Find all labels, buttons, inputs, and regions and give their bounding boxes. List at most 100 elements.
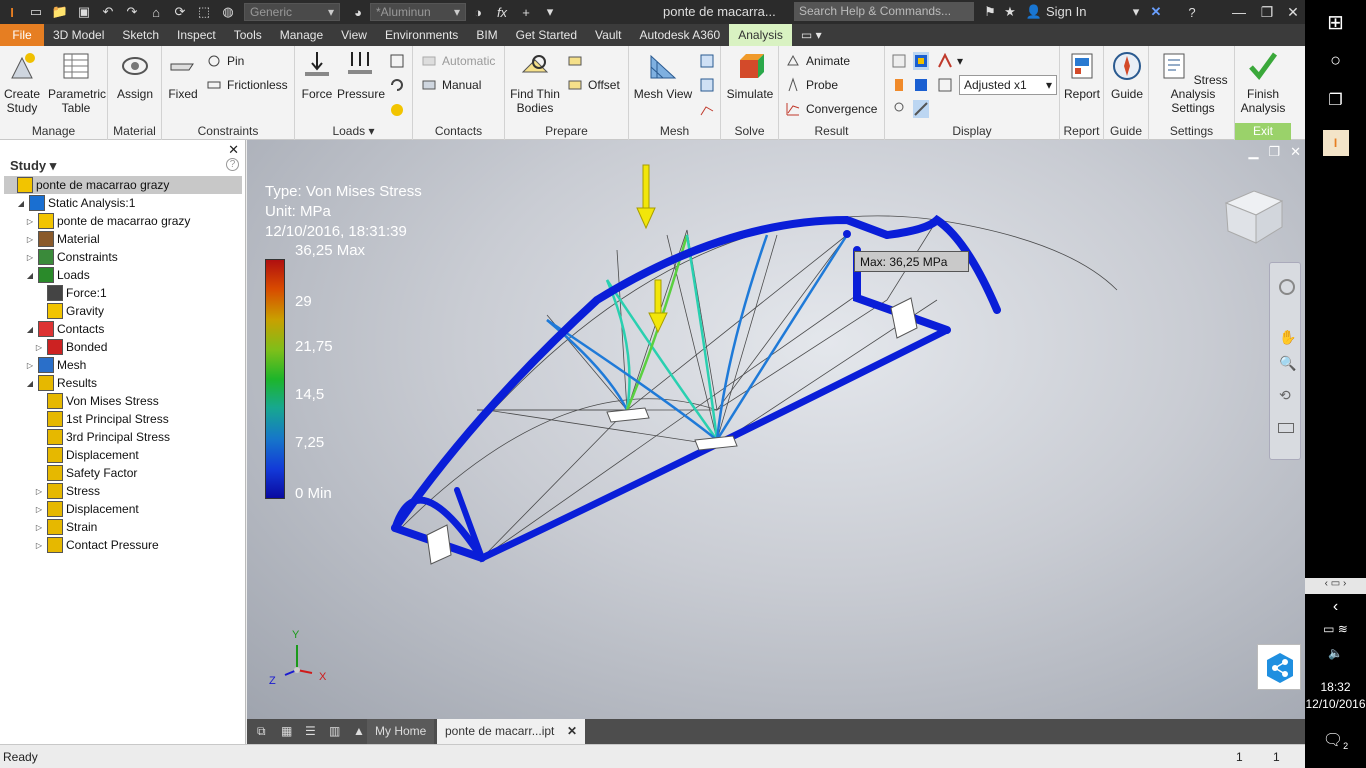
animate-button[interactable]: Animate bbox=[785, 52, 850, 70]
orbit-icon[interactable]: ⟲ bbox=[1279, 387, 1291, 404]
tree-item[interactable]: ◢ Static Analysis:1 bbox=[16, 194, 135, 212]
viewcube-icon[interactable] bbox=[1222, 185, 1286, 245]
new-file-icon[interactable]: ▭ bbox=[24, 0, 48, 24]
scrollbar[interactable]: ‹ ▭ › bbox=[1305, 578, 1366, 594]
tree-item[interactable]: Von Mises Stress bbox=[34, 392, 159, 410]
tab-tools[interactable]: Tools bbox=[225, 24, 271, 46]
moment-button[interactable] bbox=[389, 76, 405, 94]
expand-toggle-icon[interactable]: ◢ bbox=[16, 199, 26, 208]
gravity-button[interactable] bbox=[389, 100, 405, 118]
clear-appearance-icon[interactable]: ◑ bbox=[466, 0, 490, 24]
displacement-scale-select[interactable]: Adjusted x1 ▾ bbox=[959, 75, 1057, 95]
close-icon[interactable]: ✕ bbox=[228, 142, 239, 158]
boundary-conditions-button[interactable] bbox=[937, 76, 953, 94]
tab-analysis[interactable]: Analysis bbox=[729, 24, 792, 46]
bearing-load-button[interactable] bbox=[389, 52, 405, 70]
tree-item[interactable]: ponte de macarrao grazy bbox=[4, 176, 242, 194]
automatic-contacts-button[interactable]: Automatic bbox=[421, 52, 495, 70]
tab-active-document[interactable]: ponte de macarr...ipt ✕ bbox=[437, 719, 585, 744]
chevron-left-icon[interactable]: ‹ bbox=[1305, 598, 1366, 616]
tree-item[interactable]: ▷ Material bbox=[25, 230, 100, 248]
convergence-settings-button[interactable] bbox=[699, 100, 715, 118]
guide-button[interactable]: Guide bbox=[1106, 50, 1148, 101]
expand-toggle-icon[interactable]: ▷ bbox=[34, 505, 44, 514]
expand-toggle-icon[interactable]: ▷ bbox=[34, 523, 44, 532]
tree-item[interactable]: 3rd Principal Stress bbox=[34, 428, 170, 446]
plus-icon[interactable]: + bbox=[514, 0, 538, 24]
tab-bim[interactable]: BIM bbox=[467, 24, 506, 46]
assign-button[interactable]: Assign bbox=[116, 50, 154, 101]
graphics-window[interactable]: ▁ ❐ ✕ Type: Von Mises Stress Unit: MPa 1… bbox=[247, 140, 1305, 719]
expand-toggle-icon[interactable]: ▷ bbox=[25, 361, 35, 370]
tab-sketch[interactable]: Sketch bbox=[113, 24, 168, 46]
pressure-button[interactable]: Pressure bbox=[337, 50, 385, 101]
color-wheel-icon[interactable]: ◕ bbox=[346, 0, 370, 24]
tree-item[interactable]: Force:1 bbox=[34, 284, 107, 302]
star-icon[interactable]: ★ bbox=[998, 0, 1022, 24]
steering-wheel-icon[interactable] bbox=[1279, 279, 1295, 295]
panel-title-loads[interactable]: Loads ▾ bbox=[295, 123, 412, 140]
expand-toggle-icon[interactable]: ▷ bbox=[34, 541, 44, 550]
expand-toggle-icon[interactable]: ▷ bbox=[34, 343, 44, 352]
home-icon[interactable]: ⌂ bbox=[144, 0, 168, 24]
expand-toggle-icon[interactable]: ▷ bbox=[34, 487, 44, 496]
tree-item[interactable]: ▷ Mesh bbox=[25, 356, 86, 374]
redo-icon[interactable]: ↷ bbox=[120, 0, 144, 24]
tab-environments[interactable]: Environments bbox=[376, 24, 467, 46]
dropdown-arrow-icon[interactable]: ▾ bbox=[538, 0, 562, 24]
volume-icon[interactable]: 🔈 bbox=[1305, 646, 1366, 660]
exchange-icon[interactable]: ✕ bbox=[1144, 0, 1168, 24]
probe-labels-button[interactable] bbox=[891, 100, 907, 118]
mesh-settings-button[interactable] bbox=[699, 52, 715, 70]
update-icon[interactable]: ⟳ bbox=[168, 0, 192, 24]
battery-wifi-icon[interactable]: ▭ ≋ bbox=[1305, 622, 1366, 636]
find-thin-bodies-button[interactable]: Find Thin Bodies bbox=[509, 50, 561, 115]
frictionless-constraint-button[interactable]: Frictionless bbox=[206, 76, 288, 94]
tree-item[interactable]: Safety Factor bbox=[34, 464, 137, 482]
expand-toggle-icon[interactable]: ▷ bbox=[25, 235, 35, 244]
tree-item[interactable]: ◢ Loads bbox=[25, 266, 90, 284]
min-value-button[interactable] bbox=[913, 76, 929, 94]
tree-item[interactable]: ▷ Bonded bbox=[34, 338, 107, 356]
manual-contacts-button[interactable]: Manual bbox=[421, 76, 481, 94]
tab-get-started[interactable]: Get Started bbox=[507, 24, 586, 46]
appearance-select[interactable]: *Aluminun ▾ bbox=[370, 3, 466, 21]
parametric-table-button[interactable]: Parametric Table bbox=[48, 50, 106, 115]
report-button[interactable]: Report bbox=[1062, 50, 1102, 101]
max-value-button[interactable] bbox=[891, 76, 907, 94]
max-probe-label[interactable]: Max: 36,25 MPa bbox=[854, 251, 969, 272]
midsurface-button[interactable] bbox=[567, 52, 583, 70]
expand-toggle-icon[interactable]: ◢ bbox=[25, 325, 35, 334]
fx-icon[interactable]: fx bbox=[490, 0, 514, 24]
save-icon[interactable]: ▣ bbox=[72, 0, 96, 24]
tree-item[interactable]: Displacement bbox=[34, 446, 139, 464]
clock-date[interactable]: 12/10/2016 bbox=[1305, 697, 1366, 711]
expand-toggle-icon[interactable]: ▷ bbox=[25, 253, 35, 262]
fixed-constraint-button[interactable]: Fixed bbox=[166, 50, 200, 101]
tree-item[interactable]: ▷ Displacement bbox=[34, 500, 139, 518]
minimize-button[interactable]: — bbox=[1226, 0, 1252, 24]
tree-item[interactable]: ▷ Stress bbox=[34, 482, 100, 500]
color-bar-button[interactable] bbox=[913, 52, 929, 70]
help-icon[interactable]: ? bbox=[1180, 0, 1204, 24]
bridge-model[interactable]: Y X Z bbox=[247, 140, 1305, 719]
sign-in-button[interactable]: Sign In bbox=[1046, 4, 1086, 19]
same-scale-button[interactable] bbox=[891, 52, 907, 70]
offset-button[interactable]: Offset bbox=[567, 76, 620, 94]
select-icon[interactable]: ⬚ bbox=[192, 0, 216, 24]
simulate-button[interactable]: Simulate bbox=[725, 50, 775, 101]
tab-my-home[interactable]: My Home bbox=[367, 719, 435, 744]
pin-constraint-button[interactable]: Pin bbox=[206, 52, 244, 70]
force-button[interactable]: Force bbox=[299, 50, 335, 101]
cortana-icon[interactable]: ○ bbox=[1305, 50, 1366, 71]
tab-manage[interactable]: Manage bbox=[271, 24, 332, 46]
appearance-globe-icon[interactable]: ◍ bbox=[216, 0, 240, 24]
notifications-icon[interactable]: 🗨2 bbox=[1305, 730, 1366, 751]
tab-inspect[interactable]: Inspect bbox=[168, 24, 225, 46]
tree-item[interactable]: ◢ Results bbox=[25, 374, 97, 392]
tab-view[interactable]: View bbox=[332, 24, 376, 46]
tree-item[interactable]: ▷ Strain bbox=[34, 518, 97, 536]
clock-time[interactable]: 18:32 bbox=[1305, 680, 1366, 694]
tree-item[interactable]: ▷ Constraints bbox=[25, 248, 118, 266]
open-folder-icon[interactable]: 📁 bbox=[48, 0, 72, 24]
